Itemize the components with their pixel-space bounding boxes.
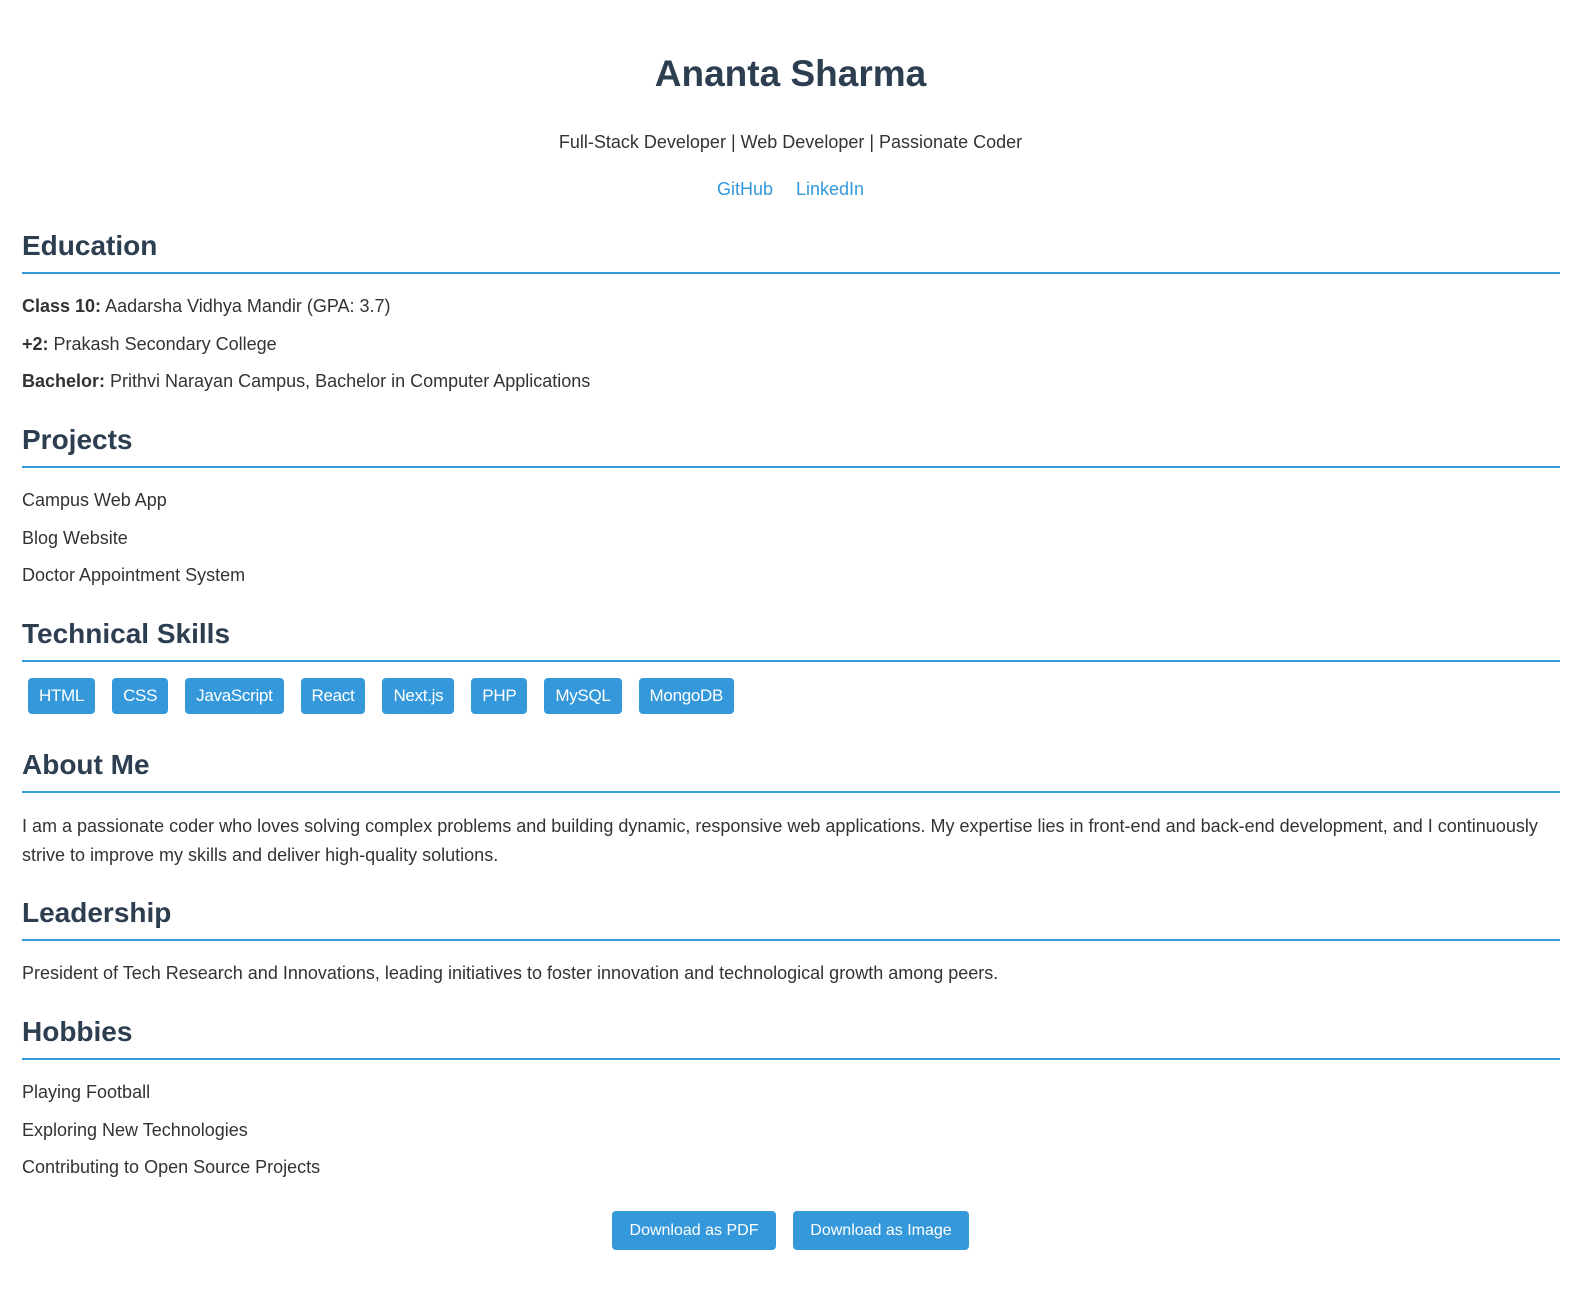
education-item-label: Bachelor: (22, 371, 106, 391)
skill-tag-html: HTML (28, 678, 96, 714)
education-item-label: Class 10: (22, 296, 102, 316)
skill-tag-nextjs: Next.js (382, 678, 455, 714)
education-item: Class 10: Aadarsha Vidhya Mandir (GPA: 3… (22, 295, 1560, 317)
skill-tag-css: CSS (112, 678, 169, 714)
education-item-value: Prithvi Narayan Campus, Bachelor in Comp… (105, 371, 591, 391)
skill-tag-mysql: MySQL (544, 678, 622, 714)
tagline: Full-Stack Developer | Web Developer | P… (558, 132, 1023, 152)
leadership-text: President of Tech Research and Innovatio… (22, 963, 999, 983)
hobby-item: Exploring New Technologies (22, 1119, 248, 1140)
skill-tag-php: PHP (471, 678, 528, 714)
projects-section: Projects Campus Web App Blog Website Doc… (22, 423, 1560, 602)
about-text: I am a passionate coder who loves solvin… (22, 816, 1538, 865)
education-item: +2: Prakash Secondary College (22, 333, 1560, 355)
profile-links: GitHub LinkedIn (0, 178, 1581, 200)
skill-tags: HTML CSS JavaScript React Next.js PHP My… (22, 678, 1560, 714)
project-item: Campus Web App (22, 490, 167, 510)
linkedin-link[interactable]: LinkedIn (796, 179, 864, 199)
about-section: About Me I am a passionate coder who lov… (22, 748, 1560, 870)
education-item-value: Aadarsha Vidhya Mandir (GPA: 3.7) (101, 296, 391, 316)
skill-tag-javascript: JavaScript (185, 678, 284, 714)
education-heading: Education (22, 229, 1560, 274)
hobbies-heading: Hobbies (22, 1015, 1560, 1060)
skills-heading: Technical Skills (22, 617, 1560, 662)
leadership-heading: Leadership (22, 896, 1560, 941)
project-item: Blog Website (22, 527, 128, 548)
hobby-item: Playing Football (22, 1082, 151, 1102)
about-heading: About Me (22, 748, 1560, 793)
skill-tag-react: React (300, 678, 366, 714)
download-actions: Download as PDF Download as Image (0, 1211, 1581, 1250)
download-image-button[interactable]: Download as Image (793, 1211, 969, 1250)
person-name: Ananta Sharma (654, 53, 927, 94)
github-link[interactable]: GitHub (717, 179, 773, 199)
hobbies-section: Hobbies Playing Football Exploring New T… (22, 1015, 1560, 1194)
leadership-section: Leadership President of Tech Research an… (22, 896, 1560, 1000)
projects-heading: Projects (22, 423, 1560, 468)
education-item-value: Prakash Secondary College (48, 333, 277, 354)
skills-section: Technical Skills HTML CSS JavaScript Rea… (22, 617, 1560, 714)
education-section: Education Class 10: Aadarsha Vidhya Mand… (22, 229, 1560, 408)
hobby-item: Contributing to Open Source Projects (22, 1157, 321, 1177)
project-item: Doctor Appointment System (22, 565, 246, 585)
download-pdf-button[interactable]: Download as PDF (612, 1211, 776, 1250)
education-item-label: +2: (22, 333, 49, 354)
resume-page: Ananta Sharma Full-Stack Developer | Web… (0, 0, 1581, 1310)
education-item: Bachelor: Prithvi Narayan Campus, Bachel… (22, 370, 1560, 392)
skill-tag-mongodb: MongoDB (638, 678, 735, 714)
